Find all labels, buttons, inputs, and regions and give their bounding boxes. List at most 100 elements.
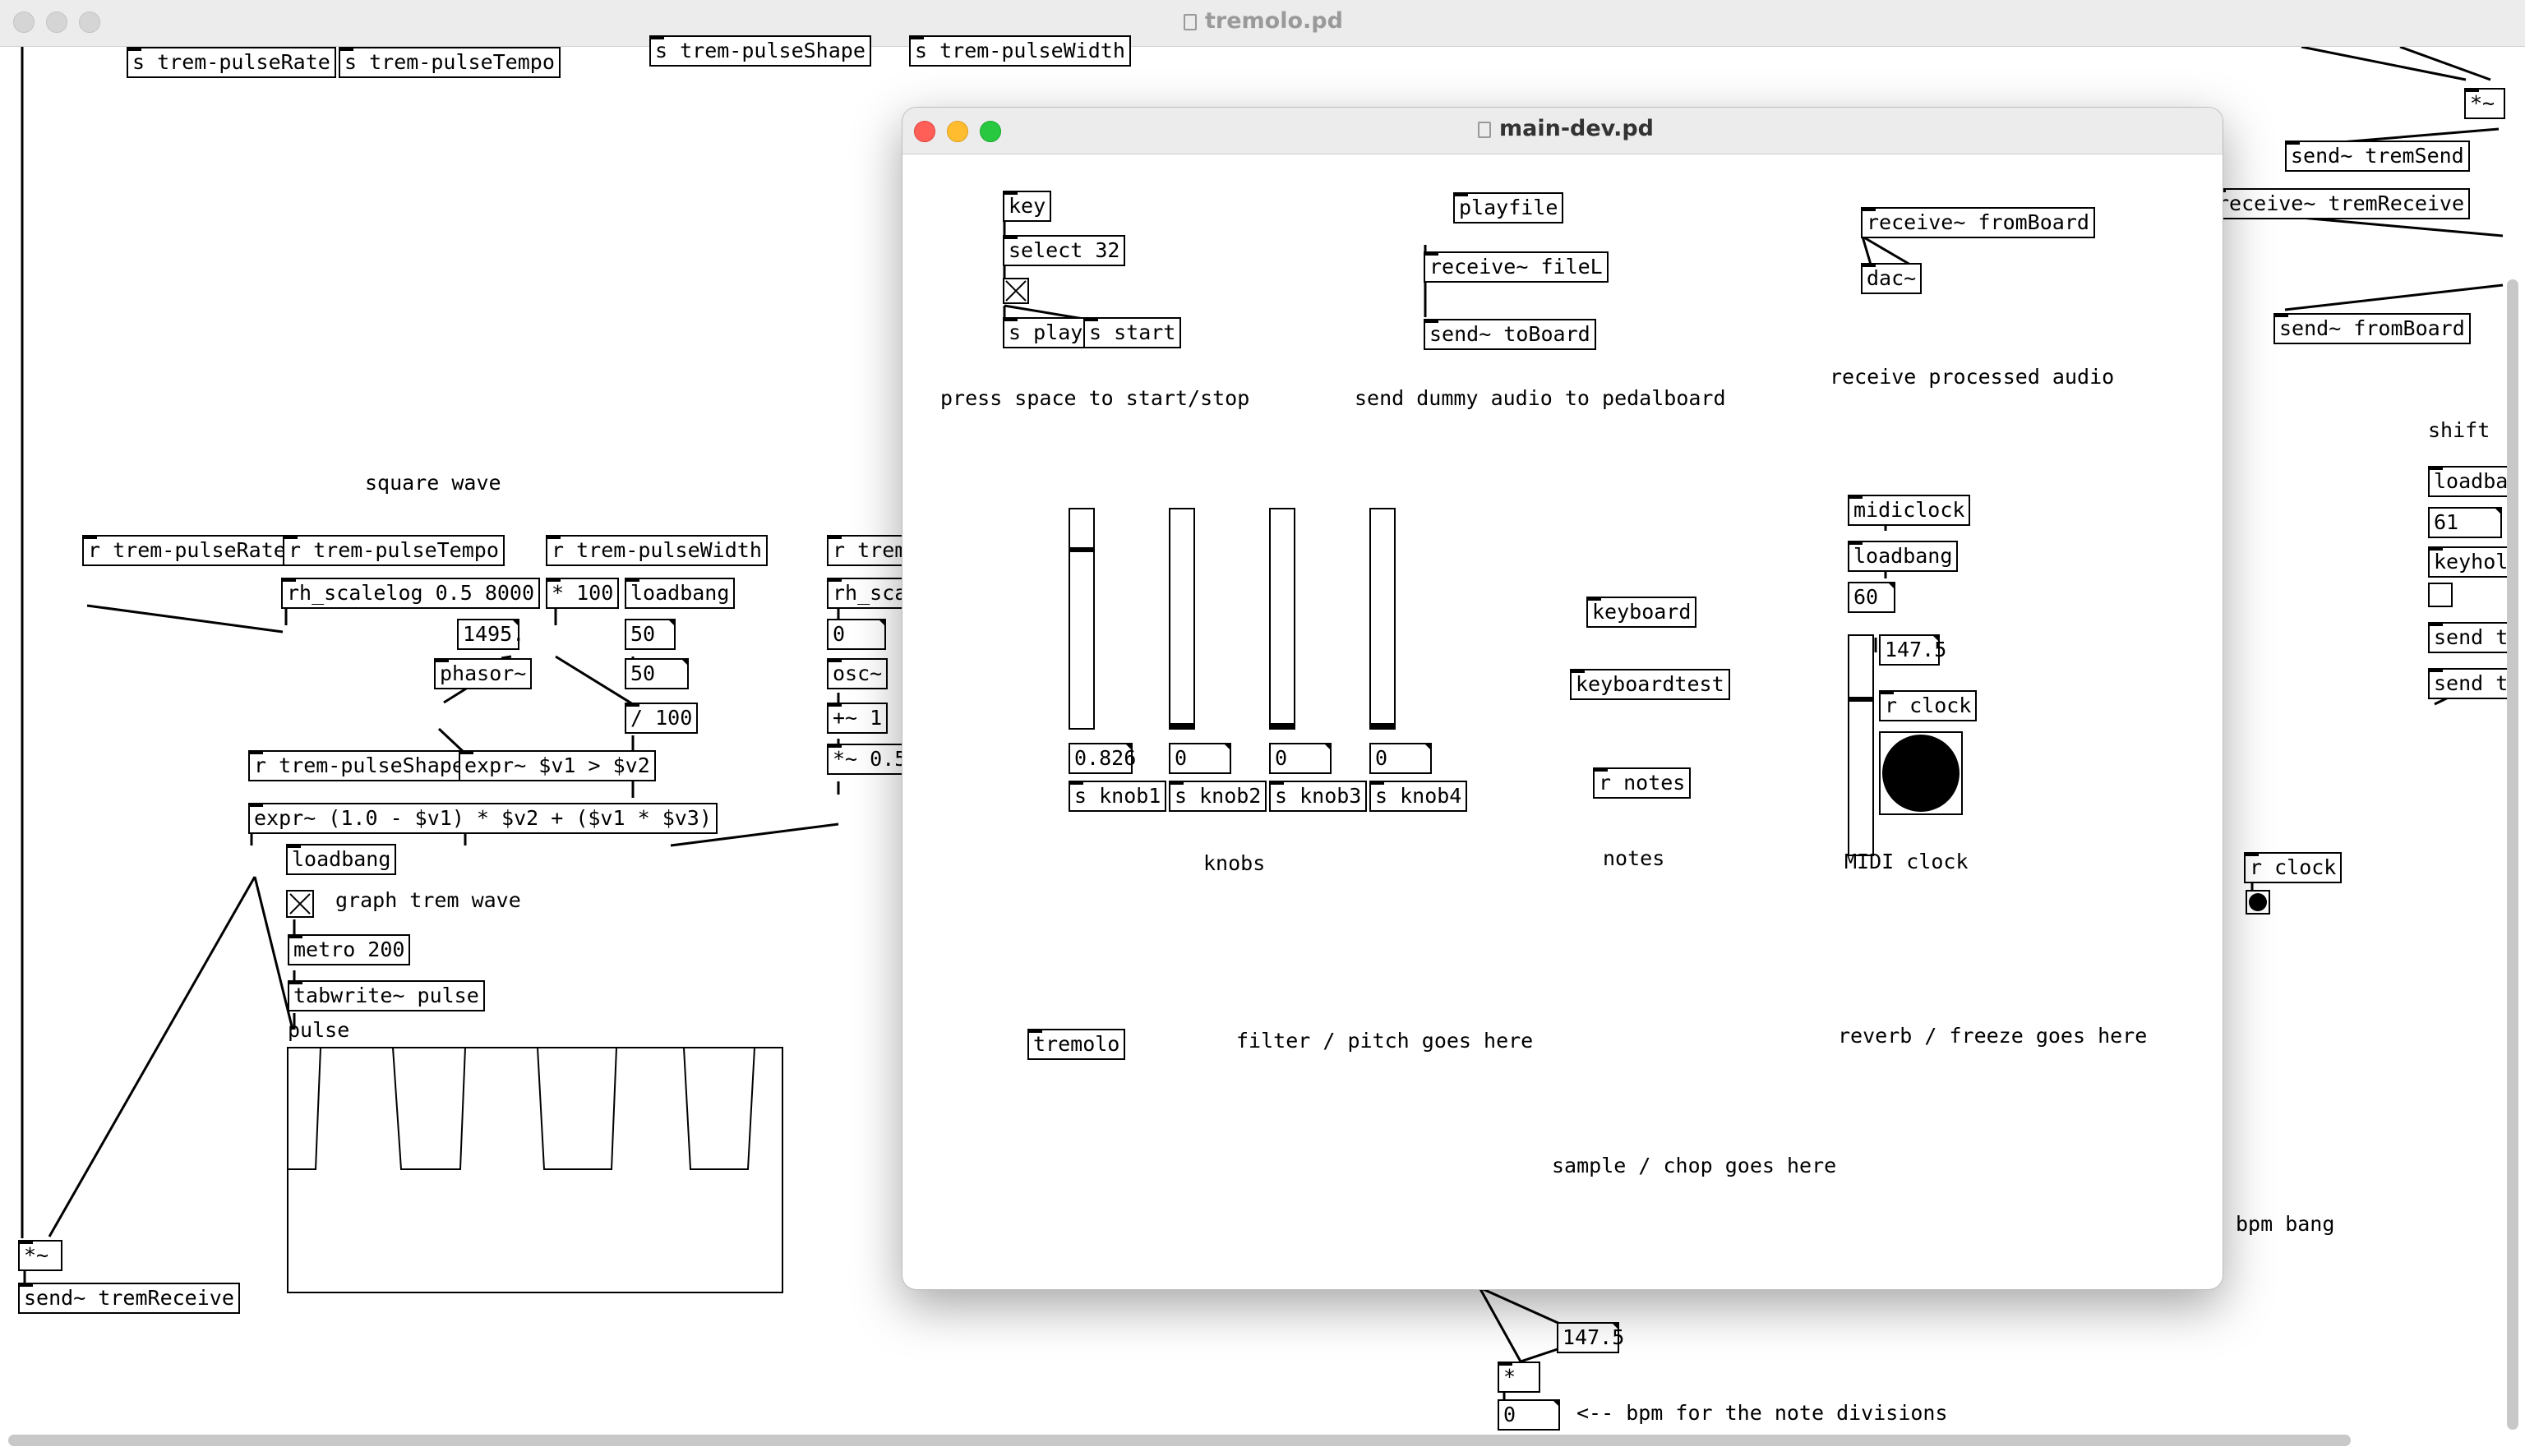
receive-trem-pulse-rate[interactable]: r trem-pulseRate (82, 535, 292, 566)
subwindow-zoom-button[interactable] (980, 121, 1001, 142)
receive-notes[interactable]: r notes (1593, 767, 1692, 799)
subwindow-canvas[interactable]: key select 32 s play s start press space… (902, 154, 2223, 1289)
expr-compare[interactable]: expr~ $v1 > $v2 (459, 750, 656, 781)
send-start[interactable]: s start (1083, 317, 1182, 348)
number-0[interactable]: 0 (827, 619, 886, 650)
dac-object[interactable]: dac~ (1861, 263, 1923, 294)
key-object[interactable]: key (1003, 191, 1052, 222)
zoom-button[interactable] (79, 12, 100, 33)
send-t-1[interactable]: send t (2428, 622, 2514, 653)
subwindow-minimize-button[interactable] (947, 121, 968, 142)
send-to-board[interactable]: send~ toBoard (1424, 319, 1596, 350)
knob2-slider[interactable] (1169, 508, 1195, 730)
loadbang-width[interactable]: loadbang (625, 578, 736, 609)
knob4-slider[interactable] (1369, 508, 1396, 730)
keyhold[interactable]: keyhol (2428, 546, 2514, 578)
tempo-slider-handle[interactable] (1849, 697, 1872, 702)
send-play[interactable]: s play (1003, 317, 1089, 348)
knob3-slider-handle[interactable] (1271, 723, 1294, 728)
receive-trem-pulse-shape[interactable]: r trem-pulseShape (248, 750, 470, 781)
tempo-slider[interactable] (1848, 634, 1874, 856)
comment-bpm-note-divisions: <-- bpm for the note divisions (1576, 1401, 1948, 1425)
knob1-slider[interactable] (1069, 508, 1095, 730)
subwindow-close-button[interactable] (914, 121, 935, 142)
tremolo-subpatch[interactable]: tremolo (1027, 1029, 1126, 1060)
close-button[interactable] (13, 12, 35, 33)
multiply-100[interactable]: * 100 (546, 578, 620, 609)
send-trem-send[interactable]: send~ tremSend (2285, 141, 2470, 172)
knob2-slider-handle[interactable] (1170, 723, 1193, 728)
send-t-2[interactable]: send t (2428, 668, 2514, 699)
send-knob2[interactable]: s knob2 (1169, 781, 1267, 812)
send-trem-receive[interactable]: send~ tremReceive (18, 1283, 240, 1314)
receive-trem-pulse-tempo[interactable]: r trem-pulseTempo (283, 535, 505, 566)
loadbang-graph[interactable]: loadbang (286, 844, 397, 875)
midiclock-object[interactable]: midiclock (1848, 495, 1971, 526)
right-toggle[interactable] (2428, 583, 2453, 607)
number-60[interactable]: 60 (1848, 582, 1895, 613)
knob3-number[interactable]: 0 (1269, 743, 1332, 774)
send-trem-pulse-shape[interactable]: s trem-pulseShape (649, 35, 871, 67)
comment-reverb-freeze: reverb / freeze goes here (1838, 1024, 2148, 1048)
comment-pulse: pulse (288, 1018, 350, 1042)
expr-main[interactable]: expr~ (1.0 - $v1) * $v2 + ($v1 * $v3) (248, 803, 718, 834)
vertical-scrollbar[interactable] (2507, 279, 2518, 1430)
clock-bang-small[interactable] (2246, 890, 2270, 915)
receive-clock-main[interactable]: r clock (2244, 852, 2343, 883)
comment-sample-chop: sample / chop goes here (1552, 1154, 1837, 1177)
send-from-board[interactable]: send~ fromBoard (2273, 313, 2471, 344)
send-knob3[interactable]: s knob3 (1269, 781, 1368, 812)
receive-trem-pulse-width[interactable]: r trem-pulseWidth (546, 535, 768, 566)
horizontal-scrollbar[interactable] (8, 1435, 2351, 1446)
number-bpm-division[interactable]: 0 (1498, 1399, 1560, 1431)
number-147-5-main[interactable]: 147.5 (1557, 1322, 1624, 1353)
send-trem-pulse-rate[interactable]: s trem-pulseRate (127, 47, 336, 78)
multiply-05[interactable]: *~ 0.5 (827, 744, 913, 775)
receive-trem-receive[interactable]: receive~ tremReceive (2211, 188, 2471, 219)
send-knob4[interactable]: s knob4 (1369, 781, 1468, 812)
number-50-b[interactable]: 50 (625, 658, 689, 689)
play-toggle[interactable] (1003, 278, 1029, 304)
knob4-number[interactable]: 0 (1369, 743, 1432, 774)
receive-clock[interactable]: r clock (1879, 690, 1978, 721)
receive-trem[interactable]: r trem (827, 535, 913, 566)
number-50-a[interactable]: 50 (625, 619, 676, 650)
subwindow-title: main-dev.pd (1478, 116, 1654, 141)
knob3-slider[interactable] (1269, 508, 1295, 730)
rh-sca[interactable]: rh_sca (827, 578, 913, 609)
main-dev-window[interactable]: main-dev.pd key select 32 s play s start… (902, 107, 2223, 1290)
signal-multiply[interactable]: *~ (18, 1240, 62, 1271)
loadbang-tempo[interactable]: loadbang (1848, 541, 1959, 572)
phasor-object[interactable]: phasor~ (434, 658, 533, 689)
select-32[interactable]: select 32 (1003, 235, 1126, 266)
keyboardtest-object[interactable]: keyboardtest (1570, 669, 1730, 700)
divide-100[interactable]: / 100 (625, 703, 699, 734)
clock-bang[interactable] (1879, 731, 1963, 815)
graph-toggle[interactable] (286, 890, 314, 918)
rh-scalelog[interactable]: rh_scalelog 0.5 8000 (281, 578, 541, 609)
send-trem-pulse-width[interactable]: s trem-pulseWidth (909, 35, 1131, 67)
keyboard-object[interactable]: keyboard (1586, 597, 1697, 628)
minimize-button[interactable] (46, 12, 67, 33)
number-147-5[interactable]: 147.5 (1879, 634, 1946, 666)
knob2-number[interactable]: 0 (1169, 743, 1231, 774)
knob4-slider-handle[interactable] (1371, 723, 1394, 728)
receive-from-board[interactable]: receive~ fromBoard (1861, 207, 2095, 238)
window-title: tremolo.pd (1184, 8, 1343, 34)
send-trem-pulse-tempo[interactable]: s trem-pulseTempo (339, 47, 561, 78)
send-knob1[interactable]: s knob1 (1069, 781, 1167, 812)
number-1495[interactable]: 1495. (457, 619, 524, 650)
add-1-object[interactable]: +~ 1 (827, 703, 889, 734)
knob1-slider-handle[interactable] (1070, 547, 1093, 552)
knob1-number[interactable]: 0.826 (1069, 743, 1136, 774)
signal-multiply-right[interactable]: *~ (2464, 88, 2505, 119)
playfile-object[interactable]: playfile (1453, 192, 1564, 223)
osc-object[interactable]: osc~ (827, 658, 889, 689)
multiply-object[interactable]: * (1498, 1362, 1540, 1393)
number-61[interactable]: 61 (2428, 507, 2502, 538)
receive-file-l[interactable]: receive~ fileL (1424, 251, 1609, 283)
comment-square-wave: square wave (365, 471, 501, 495)
tabwrite-pulse[interactable]: tabwrite~ pulse (288, 980, 485, 1011)
metro-200[interactable]: metro 200 (288, 934, 411, 965)
loadbang-right[interactable]: loadba (2428, 466, 2514, 497)
